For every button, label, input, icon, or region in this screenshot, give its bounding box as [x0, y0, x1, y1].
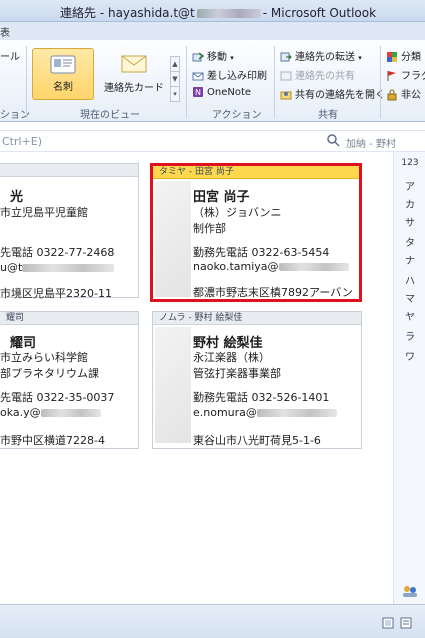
contact-card-selected[interactable]: タミヤ - 田宮 尚子 田宮 尚子 （株）ジョバンニ 制作部 勤務先電話 032…: [150, 163, 362, 302]
address-book-range: 加納 - 野村: [346, 139, 396, 150]
card-phone: 勤務先電話 032-526-1401: [193, 391, 330, 404]
card-header: タミヤ - 田宮 尚子: [153, 166, 359, 179]
group-separator: [380, 46, 381, 118]
business-card-icon: [50, 55, 76, 74]
follow-up-button[interactable]: フラグ: [386, 67, 425, 83]
card-address: 市境区児島平2320-11: [0, 287, 112, 300]
contact-card[interactable]: 光 市立児島平児童館 先電話 0322-77-2468 u@t 市境区児島平23…: [0, 163, 139, 300]
categorize-button[interactable]: 分類: [386, 48, 421, 64]
card-company: 市立児島平児童館: [0, 206, 88, 219]
index-item[interactable]: サ: [394, 214, 425, 229]
index-item[interactable]: カ: [394, 196, 425, 211]
move-button[interactable]: 移動 ▾: [192, 48, 234, 64]
normal-view-icon[interactable]: [382, 617, 394, 629]
card-department: 制作部: [193, 222, 226, 235]
contact-card[interactable]: 耀司 耀司 市立みらい科学館 部プラネタリウム課 先電話 0322-35-003…: [0, 311, 139, 449]
card-phone: 勤務先電話 0322-63-5454: [193, 246, 330, 259]
open-shared-contacts-button[interactable]: 共有の連絡先を開く: [280, 86, 385, 102]
group-separator: [26, 46, 27, 118]
contact-photo-placeholder: [155, 181, 191, 297]
left-fragment-button[interactable]: ール: [0, 48, 20, 64]
status-bar: [0, 604, 425, 638]
card-header: ノムラ - 野村 絵梨佳: [153, 312, 361, 325]
card-header: 耀司: [0, 312, 138, 325]
contact-card-view-button[interactable]: 連絡先カード: [98, 48, 170, 100]
card-department: 部プラネタリウム課: [0, 367, 99, 380]
category-icon: [387, 52, 397, 62]
gallery-scroll-down[interactable]: ▼: [170, 71, 180, 87]
search-input[interactable]: Ctrl+E): [2, 135, 42, 148]
tab-view[interactable]: 表: [0, 24, 10, 39]
card-company: 永江楽器（株）: [193, 351, 270, 364]
share-contacts-button[interactable]: 連絡先の共有: [280, 67, 355, 83]
share-contacts-icon: [280, 71, 292, 81]
card-email: e.nomura@: [193, 406, 337, 419]
onenote-button[interactable]: N OneNote: [192, 86, 251, 102]
index-item[interactable]: マ: [394, 290, 425, 305]
redacted-text: [40, 409, 101, 417]
move-icon: [192, 52, 204, 62]
window-title: 連絡先 - hayashida.t@t - Microsoft Outlook: [60, 6, 377, 20]
index-item[interactable]: ハ: [394, 272, 425, 287]
current-view-group-label: 現在のビュー: [80, 110, 140, 121]
redacted-text: [256, 409, 337, 417]
gallery-more[interactable]: ▾: [170, 86, 180, 102]
card-address: 東谷山市八光町荷見5-1-6: [193, 434, 321, 447]
index-item[interactable]: 123: [394, 158, 425, 168]
gallery-scroll-up[interactable]: ▲: [170, 56, 180, 72]
card-phone: 先電話 0322-77-2468: [0, 246, 115, 259]
card-view-button[interactable]: 名刺: [32, 48, 94, 100]
card-company: （株）ジョバンニ: [193, 206, 282, 219]
card-email: oka.y@: [0, 406, 101, 419]
contact-card[interactable]: ノムラ - 野村 絵梨佳 野村 絵梨佳 永江楽器（株） 管弦打楽器事業部 勤務先…: [152, 311, 362, 449]
search-bar: Ctrl+E) 加納 - 野村: [0, 130, 425, 152]
index-item[interactable]: ワ: [394, 348, 425, 363]
redacted-text: [278, 263, 349, 271]
card-name: 田宮 尚子: [193, 190, 250, 205]
group-separator: [274, 46, 275, 118]
title-bar: 連絡先 - hayashida.t@t - Microsoft Outlook: [0, 0, 425, 22]
share-group-label: 共有: [318, 110, 338, 121]
group-separator: [186, 46, 187, 118]
private-button[interactable]: 非公: [386, 86, 421, 102]
card-name: 光: [10, 190, 24, 205]
index-item[interactable]: ヤ: [394, 308, 425, 323]
forward-contact-button[interactable]: 連絡先の転送 ▾: [280, 48, 362, 64]
index-item[interactable]: ナ: [394, 252, 425, 267]
mail-merge-button[interactable]: 差し込み印刷: [192, 67, 267, 83]
alphabet-index: 123 ア カ サ タ ナ ハ マ ヤ ラ ワ: [393, 152, 425, 604]
card-email: naoko.tamiya@: [193, 260, 349, 273]
redacted-text: [22, 264, 115, 272]
people-pane-icon[interactable]: [401, 584, 419, 598]
actions-group-label: アクション: [212, 110, 262, 121]
ribbon-tab-row: 表: [0, 22, 425, 40]
envelope-icon: [121, 55, 147, 73]
mail-merge-icon: [192, 72, 204, 81]
search-icon[interactable]: [326, 133, 340, 147]
card-phone: 先電話 0322-35-0037: [0, 391, 115, 404]
flag-icon: [387, 71, 396, 81]
forward-contact-icon: [280, 52, 292, 62]
card-address: 市野中区横道7228-4: [0, 434, 105, 447]
index-item[interactable]: タ: [394, 234, 425, 249]
card-header: [0, 164, 138, 177]
card-department: 管弦打楽器事業部: [193, 367, 281, 380]
ribbon: ール ション 名刺 連絡先カード ▲ ▼ ▾ 現在のビュー 移動 ▾ 差し込み印…: [0, 40, 425, 122]
redacted-text: [196, 9, 261, 18]
card-company: 市立みらい科学館: [0, 351, 88, 364]
onenote-icon: N: [193, 87, 203, 97]
card-address: 都濃市野志末区槙7892アーバン: [193, 286, 353, 299]
shared-folder-icon: [280, 91, 292, 100]
card-email: u@t: [0, 261, 115, 274]
contact-photo-placeholder: [155, 327, 191, 443]
index-item[interactable]: ラ: [394, 328, 425, 343]
svg-text:N: N: [195, 88, 201, 97]
reading-view-icon[interactable]: [400, 617, 412, 629]
index-item[interactable]: ア: [394, 178, 425, 193]
lock-icon: [387, 89, 397, 101]
